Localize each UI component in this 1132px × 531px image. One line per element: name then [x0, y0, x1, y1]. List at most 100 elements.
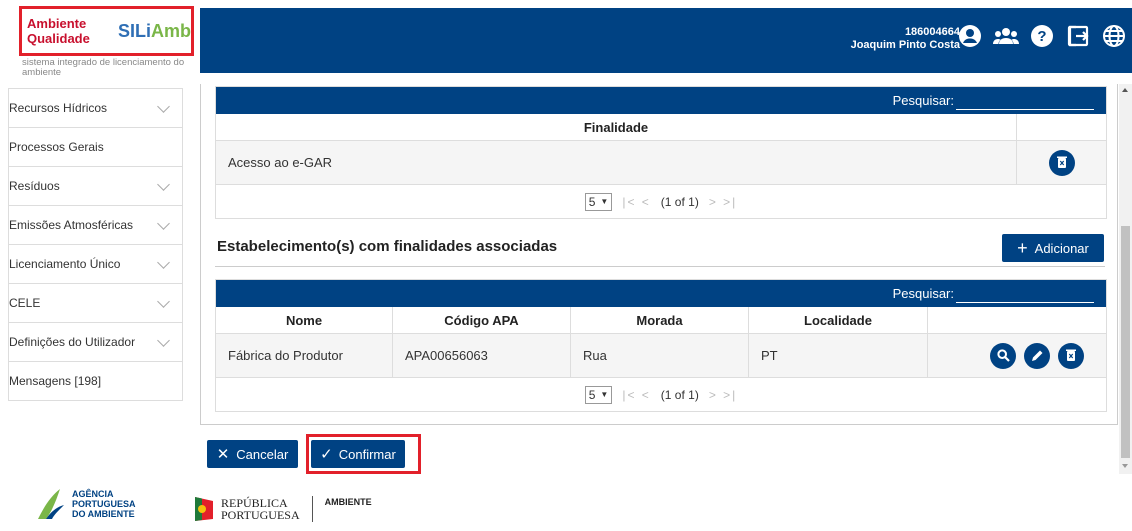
group-icon[interactable]	[992, 22, 1020, 50]
edit-button[interactable]	[1024, 342, 1050, 369]
cell-codigo-apa: APA00656063	[393, 334, 571, 377]
cell-finalidade: Acesso ao e-GAR	[216, 141, 1017, 184]
republica-logo: REPÚBLICA PORTUGUESA AMBIENTE	[193, 495, 372, 523]
chevron-down-icon	[157, 178, 170, 191]
chevron-down-icon	[157, 256, 170, 269]
sidebar-item-label: Emissões Atmosféricas	[9, 218, 134, 232]
logo[interactable]: Ambiente Qualidade SILiAmb	[19, 6, 194, 56]
sidebar-item-label: Recursos Hídricos	[9, 101, 108, 115]
caret-down-icon: ▼	[600, 197, 609, 206]
page-size-select[interactable]: 5 ▼	[584, 385, 613, 404]
user-id: 186004664	[904, 26, 960, 38]
apa-line3: DO AMBIENTE	[72, 509, 135, 519]
chevron-down-icon	[157, 334, 170, 347]
column-header-actions	[1017, 114, 1106, 140]
portugal-flag-icon	[195, 497, 213, 521]
table-row: Acesso ao e-GAR	[216, 141, 1106, 185]
row-actions	[1017, 141, 1106, 184]
page-size-select[interactable]: 5 ▼	[584, 192, 613, 211]
logo-line2: Qualidade	[27, 31, 90, 46]
user-info: 186004664 Joaquim Pinto Costa	[851, 26, 960, 52]
sidebar-item-mensagens[interactable]: Mensagens [198]	[9, 362, 182, 401]
add-button-label: Adicionar	[1034, 240, 1089, 256]
page-info: (1 of 1)	[660, 194, 699, 209]
apa-line2: PORTUGUESA	[72, 499, 136, 509]
sidebar-item-residuos[interactable]: Resíduos	[9, 167, 182, 206]
section-divider	[215, 266, 1105, 267]
scroll-up-icon[interactable]	[1122, 88, 1128, 92]
view-button[interactable]	[990, 342, 1016, 369]
trash-icon	[1066, 349, 1076, 361]
apa-logo: AGÊNCIA PORTUGUESA DO AMBIENTE	[36, 487, 136, 521]
brand-b: Amb	[151, 20, 191, 41]
sidebar-item-licenciamento-unico[interactable]: Licenciamento Único	[9, 245, 182, 284]
top-icons: ?	[956, 22, 1128, 50]
sidebar-item-definicoes[interactable]: Definições do Utilizador	[9, 323, 182, 362]
delete-button[interactable]	[1058, 342, 1084, 369]
chevron-down-icon	[157, 100, 170, 113]
scroll-thumb[interactable]	[1121, 226, 1130, 458]
column-header-localidade[interactable]: Localidade	[749, 307, 928, 333]
paginator: 5 ▼ |< < (1 of 1) > >|	[216, 378, 1106, 411]
help-icon[interactable]: ?	[1028, 22, 1056, 50]
table-columns: Finalidade	[216, 114, 1106, 141]
delete-button[interactable]	[1048, 149, 1075, 176]
column-header-codigo-apa[interactable]: Código APA	[393, 307, 571, 333]
finalidades-table: Pesquisar: Finalidade Acesso ao e-GAR 5 ▼…	[215, 86, 1107, 219]
table-columns: Nome Código APA Morada Localidade	[216, 307, 1106, 334]
page-size-value: 5	[588, 387, 596, 402]
first-prev-icons[interactable]: |< <	[622, 388, 650, 402]
section-title: Estabelecimento(s) com finalidades assoc…	[217, 238, 558, 255]
page-info: (1 of 1)	[660, 387, 699, 402]
rep-line2: PORTUGUESA	[221, 508, 300, 522]
first-prev-icons[interactable]: |< <	[622, 195, 650, 209]
table-header-bar: Pesquisar:	[216, 87, 1106, 114]
search-input[interactable]	[956, 92, 1094, 110]
cell-nome: Fábrica do Produtor	[216, 334, 393, 377]
confirm-button[interactable]: ✓ Confirmar	[311, 440, 405, 468]
cell-morada: Rua	[571, 334, 749, 377]
sidebar-item-label: CELE	[9, 296, 41, 310]
sidebar-item-label: Definições do Utilizador	[9, 335, 136, 349]
sidebar-item-label: Licenciamento Único	[9, 257, 121, 271]
table-row: Fábrica do Produtor APA00656063 Rua PT	[216, 334, 1106, 378]
sidebar-item-label: Mensagens [198]	[9, 374, 102, 388]
user-circle-icon[interactable]	[956, 22, 984, 50]
search-icon	[996, 349, 1010, 362]
sidebar-item-cele[interactable]: CELE	[9, 284, 182, 323]
check-icon: ✓	[320, 446, 333, 463]
siliamb-brand: SILiAmb	[118, 21, 191, 42]
scroll-down-icon[interactable]	[1122, 464, 1128, 468]
cell-localidade: PT	[749, 334, 928, 377]
column-header-finalidade[interactable]: Finalidade	[216, 114, 1017, 140]
pencil-icon	[1031, 350, 1042, 361]
search-input[interactable]	[956, 285, 1094, 303]
next-last-icons[interactable]: > >|	[709, 195, 737, 209]
add-button[interactable]: + Adicionar	[1002, 234, 1104, 262]
plus-icon: +	[1017, 238, 1028, 258]
user-name: Joaquim Pinto Costa	[850, 39, 960, 51]
column-header-actions	[928, 307, 1106, 333]
globe-icon[interactable]	[1100, 22, 1128, 50]
close-icon: ✕	[216, 446, 230, 463]
cancel-button[interactable]: ✕ Cancelar	[207, 440, 298, 468]
column-header-nome[interactable]: Nome	[216, 307, 393, 333]
next-last-icons[interactable]: > >|	[709, 388, 737, 402]
apa-leaf-icon	[38, 489, 64, 519]
caret-down-icon: ▼	[600, 390, 609, 399]
chevron-down-icon	[157, 217, 170, 230]
logout-icon[interactable]	[1064, 22, 1092, 50]
row-actions	[928, 334, 1106, 377]
scrollbar[interactable]	[1119, 84, 1132, 474]
cancel-button-label: Cancelar	[236, 446, 289, 462]
chevron-down-icon	[157, 295, 170, 308]
page-size-value: 5	[588, 194, 596, 209]
search-label: Pesquisar:	[892, 93, 954, 108]
logo-subtitle: sistema integrado de licenciamento do am…	[22, 57, 185, 78]
sidebar-item-label: Processos Gerais	[9, 140, 104, 154]
sidebar-item-recursos-hidricos[interactable]: Recursos Hídricos	[9, 89, 182, 128]
sidebar-item-emissoes[interactable]: Emissões Atmosféricas	[9, 206, 182, 245]
footer: AGÊNCIA PORTUGUESA DO AMBIENTE REPÚBLICA…	[0, 475, 1132, 531]
sidebar-item-processos-gerais[interactable]: Processos Gerais	[9, 128, 182, 167]
column-header-morada[interactable]: Morada	[571, 307, 749, 333]
